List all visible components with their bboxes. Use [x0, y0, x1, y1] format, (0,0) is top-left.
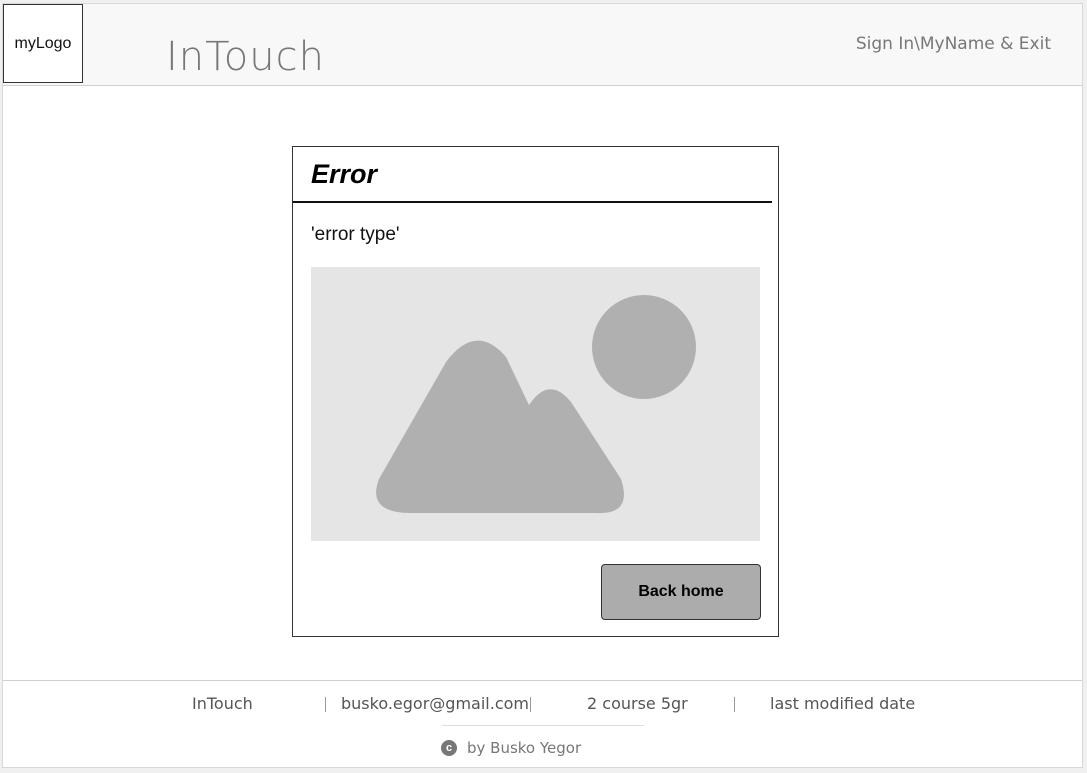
mountain-shape [376, 340, 624, 514]
logo-text: myLogo [14, 34, 72, 52]
logo[interactable]: myLogo [3, 4, 83, 83]
header-bar: myLogo InTouch Sign In\MyName & Exit [3, 4, 1082, 86]
back-home-button[interactable]: Back home [601, 564, 761, 620]
footer-separator [325, 697, 326, 712]
sun-shape [592, 295, 696, 399]
error-card: Error 'error type' Back home [292, 146, 779, 637]
footer: InTouch busko.egor@gmail.com 2 course 5g… [3, 680, 1082, 769]
sign-in-link[interactable]: Sign In\MyName & Exit [856, 34, 1051, 54]
footer-separator [734, 697, 735, 712]
app-title: InTouch [166, 34, 325, 80]
footer-course: 2 course 5gr [587, 694, 688, 713]
page-frame: myLogo InTouch Sign In\MyName & Exit Err… [2, 3, 1083, 768]
image-placeholder-icon [376, 295, 696, 514]
copyright-text: by Busko Yegor [467, 739, 582, 757]
footer-modified-date: last modified date [770, 694, 916, 713]
error-type-text: 'error type' [311, 224, 400, 245]
footer-app-name: InTouch [192, 694, 253, 713]
footer-divider [442, 725, 644, 726]
image-placeholder [311, 267, 760, 541]
title-divider [293, 201, 772, 203]
copyright-icon: c [441, 740, 457, 756]
error-title: Error [311, 159, 378, 189]
copyright: c by Busko Yegor [441, 739, 581, 757]
footer-email-link[interactable]: busko.egor@gmail.com [341, 694, 529, 713]
footer-separator [530, 697, 531, 712]
